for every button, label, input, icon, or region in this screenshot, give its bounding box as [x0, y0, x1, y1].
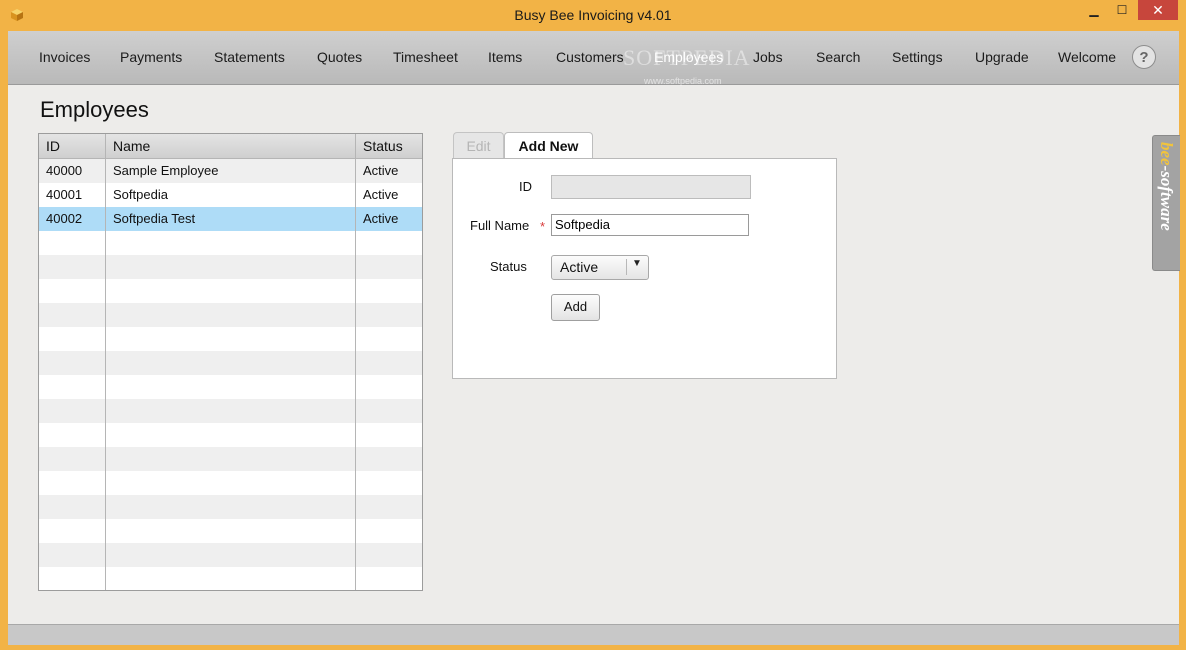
nav-search[interactable]: Search	[816, 49, 860, 65]
select-divider	[626, 259, 627, 275]
nav-employees[interactable]: Employees	[654, 49, 723, 65]
empty-row	[39, 447, 422, 471]
cell-name: Sample Employee	[113, 163, 219, 178]
full-name-label: Full Name	[470, 218, 530, 233]
cell-id: 40001	[46, 187, 83, 202]
cell-id: 40002	[46, 211, 83, 226]
column-header-name[interactable]: Name	[106, 134, 356, 158]
cell-status: Active	[363, 163, 399, 178]
empty-row	[39, 399, 422, 423]
page-title: Employees	[40, 97, 149, 122]
nav-settings[interactable]: Settings	[892, 49, 943, 65]
table-row[interactable]: 40001 Softpedia Active	[39, 183, 422, 207]
tab-add-new[interactable]: Add New	[504, 132, 593, 160]
empty-row	[39, 279, 422, 303]
nav-welcome[interactable]: Welcome	[1058, 49, 1116, 65]
cell-status: Active	[363, 187, 399, 202]
empty-row	[39, 375, 422, 399]
add-button[interactable]: Add	[551, 294, 600, 321]
required-marker: *	[540, 219, 546, 234]
cell-id: 40000	[46, 163, 83, 178]
table-row-selected[interactable]: 40002 Softpedia Test Active	[39, 207, 422, 231]
nav-invoices[interactable]: Invoices	[39, 49, 90, 65]
table-header: ID Name Status	[39, 134, 422, 159]
empty-row	[39, 303, 422, 327]
minimize-button[interactable]: ▁	[1080, 0, 1108, 20]
empty-row	[39, 231, 422, 255]
empty-row	[39, 423, 422, 447]
empty-row	[39, 519, 422, 543]
minimize-icon: ▁	[1089, 3, 1099, 17]
cell-name: Softpedia	[113, 187, 168, 202]
status-bar	[8, 624, 1179, 645]
bee-software-tab[interactable]: bee-software	[1152, 135, 1180, 271]
empty-row	[39, 543, 422, 567]
title-bar[interactable]: Busy Bee Invoicing v4.01 ▁ ☐ ✕	[0, 0, 1186, 31]
column-header-id[interactable]: ID	[39, 134, 106, 158]
status-select[interactable]: Active ▼	[551, 255, 649, 280]
close-button[interactable]: ✕	[1138, 0, 1178, 20]
window-title: Busy Bee Invoicing v4.01	[514, 7, 672, 23]
status-select-value: Active	[560, 259, 599, 275]
nav-quotes[interactable]: Quotes	[317, 49, 362, 65]
help-button[interactable]: ?	[1132, 45, 1156, 69]
nav-bar: Invoices Payments Statements Quotes Time…	[8, 31, 1179, 86]
client-area: Invoices Payments Statements Quotes Time…	[8, 31, 1180, 645]
nav-jobs[interactable]: Jobs	[753, 49, 783, 65]
nav-customers[interactable]: Customers	[556, 49, 624, 65]
nav-timesheet[interactable]: Timesheet	[393, 49, 458, 65]
nav-upgrade[interactable]: Upgrade	[975, 49, 1029, 65]
empty-row	[39, 351, 422, 375]
empty-row	[39, 471, 422, 495]
nav-statements[interactable]: Statements	[214, 49, 285, 65]
table-row[interactable]: 40000 Sample Employee Active	[39, 159, 422, 183]
nav-items[interactable]: Items	[488, 49, 522, 65]
maximize-icon: ☐	[1116, 3, 1128, 17]
app-window: Busy Bee Invoicing v4.01 ▁ ☐ ✕ Invoices …	[0, 0, 1186, 650]
watermark-url: www.softpedia.com	[644, 76, 722, 86]
id-label: ID	[519, 179, 532, 194]
full-name-input[interactable]	[551, 214, 749, 236]
column-header-status[interactable]: Status	[356, 134, 422, 158]
maximize-button[interactable]: ☐	[1108, 0, 1136, 20]
bee-software-logo: bee-software	[1157, 142, 1176, 231]
cell-status: Active	[363, 211, 399, 226]
help-icon: ?	[1139, 48, 1149, 66]
close-icon: ✕	[1152, 1, 1164, 18]
empty-row	[39, 327, 422, 351]
empty-row	[39, 495, 422, 519]
employee-table[interactable]: ID Name Status 40000 Sample Employee Act…	[38, 133, 423, 591]
status-label: Status	[490, 259, 527, 274]
column-divider	[105, 134, 106, 590]
employee-form: ID Full Name * Status Active ▼ Add	[452, 158, 837, 379]
column-divider	[355, 134, 356, 590]
tab-edit[interactable]: Edit	[453, 132, 504, 158]
dropdown-arrow-icon: ▼	[632, 258, 642, 269]
empty-row	[39, 567, 422, 590]
cell-name: Softpedia Test	[113, 211, 196, 226]
id-field	[551, 175, 751, 199]
nav-payments[interactable]: Payments	[120, 49, 182, 65]
empty-row	[39, 255, 422, 279]
